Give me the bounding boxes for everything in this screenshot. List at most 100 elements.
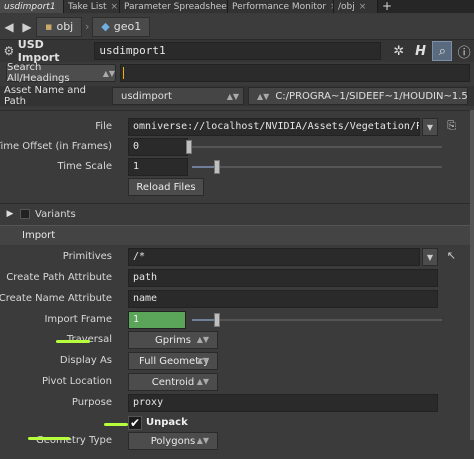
import-frame-label: Import Frame [44,314,112,325]
primitives-label: Primitives [62,251,112,262]
time-scale-label: Time Scale [57,161,112,172]
variants-checkbox[interactable] [20,209,30,219]
search-icon[interactable]: ⌕ [432,41,453,61]
expand-arrow-icon[interactable]: ▶ [0,209,20,219]
time-offset-row: Time Offset (in Frames) 0 [0,137,470,157]
dropdown-arrows-icon: ▲▼ [196,335,209,344]
time-offset-slider[interactable] [192,146,442,148]
close-icon[interactable]: × [359,1,367,13]
import-frame-slider-fill [192,319,216,321]
variants-label: Variants [35,208,76,220]
file-row: File omniverse://localhost/NVIDIA/Assets… [0,117,470,137]
scrollbar[interactable] [470,110,474,440]
time-scale-slider-handle[interactable] [214,160,220,174]
dropdown-arrows-icon: ▲▼ [257,91,270,101]
unpack-checkbox[interactable]: ✔ [128,416,142,430]
highlight-mark-traversal [56,340,90,343]
import-frame-row: Import Frame 1 [0,310,470,330]
parameter-search-bar: Search All/Headings ▲▼ [0,62,474,84]
create-path-attr-field[interactable]: path [128,269,438,287]
forward-arrow-icon[interactable]: ▶ [18,17,36,37]
file-field[interactable]: omniverse://localhost/NVIDIA/Assets/Vege… [128,118,420,136]
geometry-icon: ◆ [101,20,110,33]
traversal-menu[interactable]: Gprims ▲▼ [128,331,218,349]
tab-usdimport1[interactable]: usdimport1 [0,0,64,13]
create-path-attr-label: Create Path Attribute [6,272,112,283]
breadcrumb-geo1[interactable]: ◆ geo1 [92,16,151,37]
node-name-field[interactable]: usdimport1 [94,42,381,60]
search-input[interactable] [120,64,470,82]
asset-name-label: Asset Name and Path [4,85,87,107]
import-frame-slider-handle[interactable] [214,313,220,327]
add-tab-button[interactable]: + [378,0,396,13]
primitives-menu-button[interactable]: ▼ [422,248,438,266]
file-label: File [95,121,112,132]
help-icon[interactable]: H [411,41,431,61]
info-icon[interactable]: ⓘ [454,41,474,61]
highlight-mark-unpack [104,423,128,426]
select-arrow-icon[interactable]: ↖ [447,249,456,262]
time-offset-label: Time Offset (in Frames) [0,141,112,152]
close-icon[interactable]: × [111,1,119,13]
geometry-type-label: Geometry Type [35,435,112,446]
time-scale-slider-fill [192,166,216,168]
node-type-label: USD Import [17,38,60,64]
display-as-row: Display As Full Geometry ▲▼ [0,351,470,371]
pivot-location-menu[interactable]: Centroid ▲▼ [128,373,218,391]
display-as-menu[interactable]: Full Geometry ▲▼ [128,352,218,370]
create-name-attr-field[interactable]: name [128,290,438,308]
time-scale-slider[interactable] [192,166,442,168]
tab-parameter-spreadsheet[interactable]: Parameter Spreadsheet× [120,0,228,13]
time-scale-field[interactable]: 1 [128,158,188,176]
time-offset-slider-handle[interactable] [186,140,192,154]
primitives-field[interactable]: /* [128,248,420,266]
file-menu-button[interactable]: ▼ [422,118,438,136]
time-offset-field[interactable]: 0 [128,138,188,156]
unpack-label: Unpack [146,417,188,428]
asset-path-select[interactable]: ▲▼ C:/PROGRA~1/SIDEEF~1/HOUDIN~1.534/hou… [248,87,468,105]
folder-icon: ▪ [45,20,53,33]
tab-performance-monitor[interactable]: Performance Monitor× [228,0,334,13]
dropdown-arrows-icon: ▲▼ [196,377,209,386]
gear-menu-icon[interactable]: ✲ [389,41,409,61]
dropdown-arrows-icon: ▲▼ [102,68,115,78]
search-mode-button[interactable]: Search All/Headings ▲▼ [6,62,116,84]
import-frame-field[interactable]: 1 [128,311,186,329]
import-section-header[interactable]: Import [0,225,470,245]
primitives-row: Primitives /* ▼ ↖ [0,247,470,267]
purpose-field[interactable]: proxy [128,394,438,412]
pane-tab-bar: usdimport1 Take List × Parameter Spreadsh… [0,0,474,13]
variants-folder[interactable]: ▶ Variants [0,204,470,224]
parameter-panel: File omniverse://localhost/NVIDIA/Assets… [0,108,474,459]
gear-icon[interactable]: ⚙ [0,44,18,58]
purpose-label: Purpose [71,397,112,408]
asset-name-row: Asset Name and Path usdimport ▲▼ ▲▼ C:/P… [0,85,474,107]
dropdown-arrows-icon: ▲▼ [196,356,209,365]
node-header: ⚙ USD Import usdimport1 ✲ H ⌕ ⓘ [0,38,474,64]
time-scale-row: Time Scale 1 [0,157,470,177]
create-name-attr-label: Create Name Attribute [0,293,112,304]
geometry-type-row: Geometry Type Polygons ▲▼ [0,431,470,451]
pivot-location-label: Pivot Location [41,376,112,387]
breadcrumb-obj[interactable]: ▪ obj [36,16,83,37]
pivot-location-row: Pivot Location Centroid ▲▼ [0,372,470,392]
display-as-label: Display As [59,355,112,366]
tab-obj[interactable]: /obj × [334,0,378,13]
highlight-mark-geometry-type [28,437,70,440]
tab-take-list[interactable]: Take List × [64,0,120,13]
create-path-attr-row: Create Path Attribute path [0,268,470,288]
geometry-type-menu[interactable]: Polygons ▲▼ [128,432,218,450]
asset-name-select[interactable]: usdimport ▲▼ [112,87,244,105]
separator [0,110,470,111]
breadcrumb-separator: › [85,20,90,33]
unpack-row: ✔ Unpack [0,413,470,433]
dropdown-arrows-icon: ▲▼ [196,436,209,445]
dropdown-arrows-icon: ▲▼ [226,91,239,101]
import-frame-slider[interactable] [192,319,442,321]
purpose-row: Purpose proxy [0,393,470,413]
text-cursor [123,67,124,79]
file-chooser-icon[interactable]: ⎘ [447,119,456,133]
back-arrow-icon[interactable]: ◀ [0,17,18,37]
create-name-attr-row: Create Name Attribute name [0,289,470,309]
reload-files-button[interactable]: Reload Files [128,178,204,196]
